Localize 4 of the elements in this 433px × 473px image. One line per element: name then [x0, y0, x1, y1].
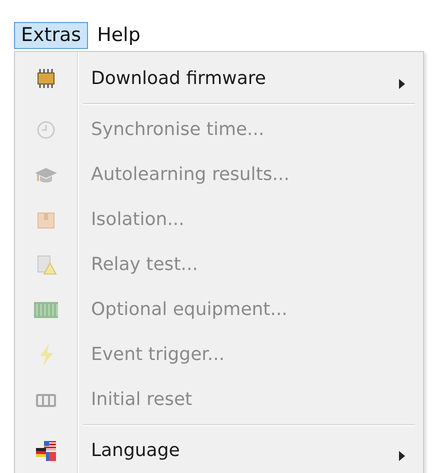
menu-title[interactable]: Help: [90, 22, 148, 49]
menu-title[interactable]: Extras: [14, 22, 88, 49]
menu-item[interactable]: Language: [15, 428, 423, 473]
menu-item[interactable]: Download firmware: [15, 56, 423, 101]
